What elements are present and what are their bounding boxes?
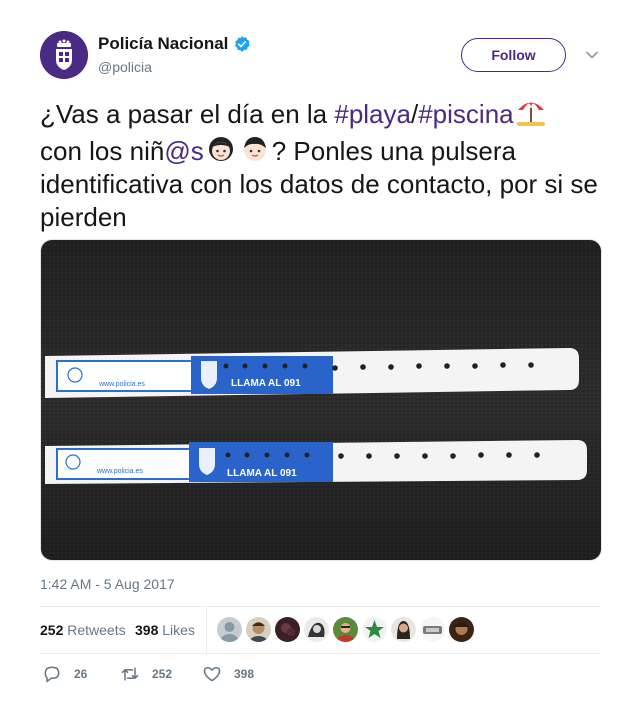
wristband-top: www.policia.es LLAMA AL 091 (45, 348, 579, 398)
wristband-call-text: LLAMA AL 091 (231, 378, 301, 389)
liker-avatar[interactable] (420, 617, 445, 642)
tweet-text-part: con los niñ (40, 136, 165, 166)
tweet-header: Policía Nacional @policia Follow (40, 31, 600, 79)
liker-avatars (217, 617, 474, 642)
follow-button[interactable]: Follow (461, 38, 566, 72)
avatar[interactable] (40, 31, 88, 79)
verified-badge-icon (235, 36, 251, 52)
likes-stat-label: Likes (162, 622, 195, 638)
wristband-call-text: LLAMA AL 091 (227, 468, 297, 479)
chevron-down-icon[interactable] (585, 48, 599, 62)
retweet-count: 252 (152, 667, 173, 681)
divider (206, 607, 207, 653)
retweet-icon (121, 667, 139, 681)
tweet-text: ¿Vas a pasar el día en la #playa/#piscin… (40, 94, 610, 234)
tweet-photo[interactable]: www.policia.es LLAMA AL 091 www.policia.… (40, 239, 602, 561)
author-name-row: Policía Nacional (98, 34, 251, 54)
hashtag-link-playa[interactable]: #playa (334, 99, 411, 129)
beach-umbrella-icon (516, 102, 545, 126)
wristband-website: www.policia.es (96, 468, 143, 475)
likes-stat[interactable]: 398 Likes (135, 622, 195, 638)
tweet-actions: 26 252 398 (40, 664, 600, 688)
author-handle[interactable]: @policia (98, 59, 152, 75)
wristband-website: www.policia.es (98, 381, 145, 388)
liker-avatar[interactable] (246, 617, 271, 642)
retweet-button[interactable]: 252 (120, 664, 172, 684)
liker-avatar[interactable] (304, 617, 329, 642)
tweet-stats: 252 Retweets 398 Likes (40, 607, 600, 653)
tweet-timestamp[interactable]: 1:42 AM - 5 Aug 2017 (40, 576, 175, 592)
reply-icon (44, 666, 60, 683)
mention-link[interactable]: @s (164, 136, 203, 166)
heart-icon (203, 667, 221, 682)
liker-avatar[interactable] (391, 617, 416, 642)
liker-avatar[interactable] (449, 617, 474, 642)
hashtag-link-piscina[interactable]: #piscina (418, 99, 513, 129)
wristband-bottom: www.policia.es LLAMA AL 091 (45, 440, 587, 484)
girl-icon (208, 137, 233, 161)
retweets-stat-count: 252 (40, 622, 64, 638)
divider (40, 653, 600, 654)
likes-stat-count: 398 (135, 622, 159, 638)
liker-avatar[interactable] (275, 617, 300, 642)
author-name[interactable]: Policía Nacional (98, 34, 228, 54)
reply-button[interactable]: 26 (42, 664, 87, 684)
retweets-stat[interactable]: 252 Retweets (40, 622, 126, 638)
boy-icon (243, 137, 266, 161)
liker-avatar[interactable] (217, 617, 242, 642)
retweets-stat-label: Retweets (67, 622, 126, 638)
liker-avatar[interactable] (333, 617, 358, 642)
like-button[interactable]: 398 (202, 664, 254, 684)
liker-avatar[interactable] (362, 617, 387, 642)
tweet-text-part: ¿Vas a pasar el día en la (40, 99, 335, 129)
like-count: 398 (234, 667, 255, 681)
reply-count: 26 (74, 667, 88, 681)
